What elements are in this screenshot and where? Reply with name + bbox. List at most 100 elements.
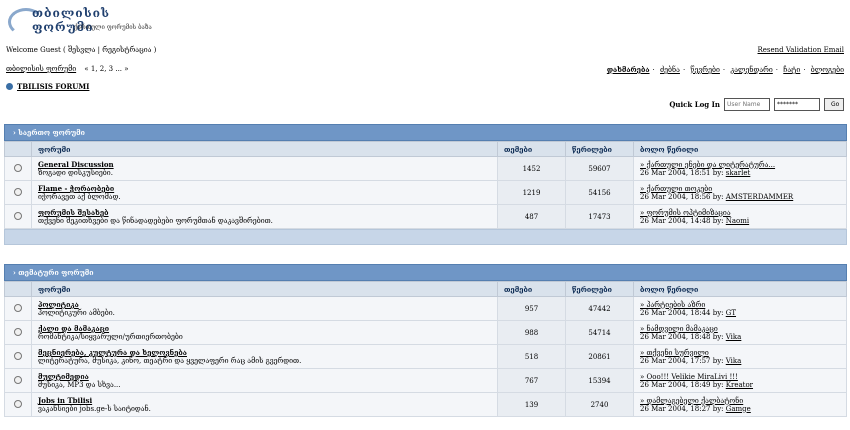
last-post-date: 26 Mar 2004, 18:44 by: [640,308,724,317]
last-post-date: 26 Mar 2004, 18:56 by: [640,192,724,201]
col-topics: თემები [497,281,566,297]
replies-count: 47442 [565,296,634,321]
last-post-date: 26 Mar 2004, 18:51 by: [640,168,724,177]
top-menu: დახმარება · ძებნა · წევრები · კალენდარი · ჩა… [606,65,844,74]
table-row: General Discussion ზოგადი დისკუსიები. 145… [4,156,847,181]
menu-chat[interactable]: ჩატი [783,66,800,74]
forum-desc: ლიტერატურა, მუსიკა, კინო, თეატრი და ყველ… [38,357,302,365]
forum-desc: თქვენი შეკითხვები და წინადადებები ფორუმთ… [38,217,273,225]
category-footer [4,229,847,245]
forum-bullet-icon [6,83,13,90]
forum-name[interactable]: პოლიტიკა [38,300,491,309]
last-post-user[interactable]: Gamge [726,405,751,413]
col-last: ბოლო წერილი [633,141,847,157]
breadcrumb-home[interactable]: თბილისის ფორუმი [6,65,76,73]
forum-status-icon [14,211,22,220]
forum-name[interactable]: მულტიმედია [38,372,491,381]
topics-count: 957 [497,296,566,321]
menu-members[interactable]: წევრები [690,66,720,74]
col-forum: ფორუმი [31,281,498,297]
last-post-title[interactable]: » თქვენი სურვილი [640,349,709,357]
replies-count: 54156 [565,180,634,205]
col-replies: წერილები [565,281,634,297]
menu-search[interactable]: ძებნა [660,66,680,74]
forum-status-icon [14,375,22,384]
last-post-date: 26 Mar 2004, 18:49 by: [640,380,724,389]
category-header[interactable]: › თემატური ფორუმი [4,264,847,281]
table-row: Jobs in Tbilisi ვაკანსიები jobs.ge-ს საიტ… [4,392,847,417]
forum-desc: ვაკანსიები jobs.ge-ს საიტიდან. [38,405,151,413]
last-post-user[interactable]: Kreator [726,381,753,389]
topics-count: 487 [497,204,566,229]
last-post-title[interactable]: » ქართული თოკები [640,185,712,193]
forum-status-icon [14,163,22,172]
replies-count: 2740 [565,392,634,417]
forum-title-row: TBILISIS FORUMI [6,82,89,91]
table-row: მეცნიერება, კულტურა და ხელოვნება ლიტერატუ… [4,344,847,369]
forum-table: ფორუმი თემები წერილები ბოლო წერილი პოლიტ… [4,281,847,417]
category-header[interactable]: › საერთო ფორუმი [4,124,847,141]
forum-name[interactable]: Jobs in Tbilisi [38,396,491,405]
menu-calendar[interactable]: კალენდარი [730,66,772,74]
last-post-user[interactable]: Vika [726,333,742,341]
topics-count: 139 [497,392,566,417]
forum-name[interactable]: General Discussion [38,160,491,169]
last-post-title[interactable]: » პარტიების აზრი [640,301,705,309]
welcome-text: Welcome Guest ( შესვლა | რეგისტრაცია ) [6,46,157,54]
nav-bar: თბილისის ფორუმი « 1, 2, 3 ... » დახმარებ… [6,65,844,75]
menu-blogs[interactable]: ბლოგები [811,66,844,74]
last-post-user[interactable]: Vika [726,357,742,365]
forum-desc: პოლიტიკური ამბები. [38,309,115,317]
header: თბილისის ფორუმი ქართული ფორუმის ბაზა [0,0,850,40]
col-last: ბოლო წერილი [633,281,847,297]
topics-count: 518 [497,344,566,369]
forum-desc: ზოგადი დისკუსიები. [38,169,113,177]
table-row: ფორუმის შესახებ თქვენი შეკითხვები და წინა… [4,204,847,229]
table-row: პოლიტიკა პოლიტიკური ამბები. 957 47442 » პ… [4,296,847,321]
username-input[interactable] [724,98,770,111]
topics-count: 767 [497,368,566,393]
table-row: ქალი და მამაკაცი რომანტიკა/სიყვარული/ურთი… [4,320,847,345]
forum-name[interactable]: ფორუმის შესახებ [38,208,491,217]
forum-name[interactable]: Flame - ჭორაობები [38,184,491,193]
site-logo[interactable]: თბილისის ფორუმი ქართული ფორუმის ბაზა [6,6,166,36]
last-post-title[interactable]: » ქართული ენები და ლიტერატურა... [640,161,775,169]
forum-title-link[interactable]: TBILISIS FORUMI [17,82,89,91]
forum-table: ფორუმი თემები წერილები ბოლო წერილი Gener… [4,141,847,229]
last-post-date: 26 Mar 2004, 18:48 by: [640,332,724,341]
last-post-user[interactable]: Naomi [726,217,749,225]
quick-login: Quick Log In Go [669,98,844,111]
last-post-title[interactable]: » დამლაგებელი ქალბატონი [640,397,743,405]
forum-status-icon [14,303,22,312]
password-input[interactable] [774,98,820,111]
forum-name[interactable]: მეცნიერება, კულტურა და ხელოვნება [38,348,491,357]
forum-name[interactable]: ქალი და მამაკაცი [38,324,491,333]
replies-count: 20861 [565,344,634,369]
welcome-bar: Welcome Guest ( შესვლა | რეგისტრაცია ) R… [6,46,844,56]
topics-count: 1219 [497,180,566,205]
col-replies: წერილები [565,141,634,157]
last-post-title[interactable]: » ნამდვილი მამაკაცი [640,325,718,333]
forum-status-icon [14,351,22,360]
forum-status-icon [14,327,22,336]
resend-validation-link[interactable]: Resend Validation Email [758,46,844,54]
topics-count: 988 [497,320,566,345]
forum-desc: რომანტიკა/სიყვარული/ურთიერთობები [38,333,183,341]
forum-status-icon [14,187,22,196]
col-topics: თემები [497,141,566,157]
last-post-title[interactable]: » ფორუმის ოპტიმიზაცია [640,209,731,217]
last-post-date: 26 Mar 2004, 18:27 by: [640,404,724,413]
pagination[interactable]: « 1, 2, 3 ... » [84,65,128,73]
last-post-user[interactable]: AMSTERDAMMER [726,193,793,201]
replies-count: 59607 [565,156,634,181]
replies-count: 17473 [565,204,634,229]
menu-help[interactable]: დახმარება [607,65,650,74]
col-forum: ფორუმი [31,141,498,157]
topics-count: 1452 [497,156,566,181]
table-header-row: ფორუმი თემები წერილები ბოლო წერილი [4,141,847,157]
last-post-user[interactable]: GT [726,309,736,317]
last-post-title[interactable]: » Ooo!!! Velikie MiraLivi !!! [640,373,738,381]
last-post-user[interactable]: skarlet [726,169,751,177]
go-button[interactable]: Go [824,98,844,111]
category-thematic: › თემატური ფორუმი ფორუმი თემები წერილები… [4,264,847,417]
